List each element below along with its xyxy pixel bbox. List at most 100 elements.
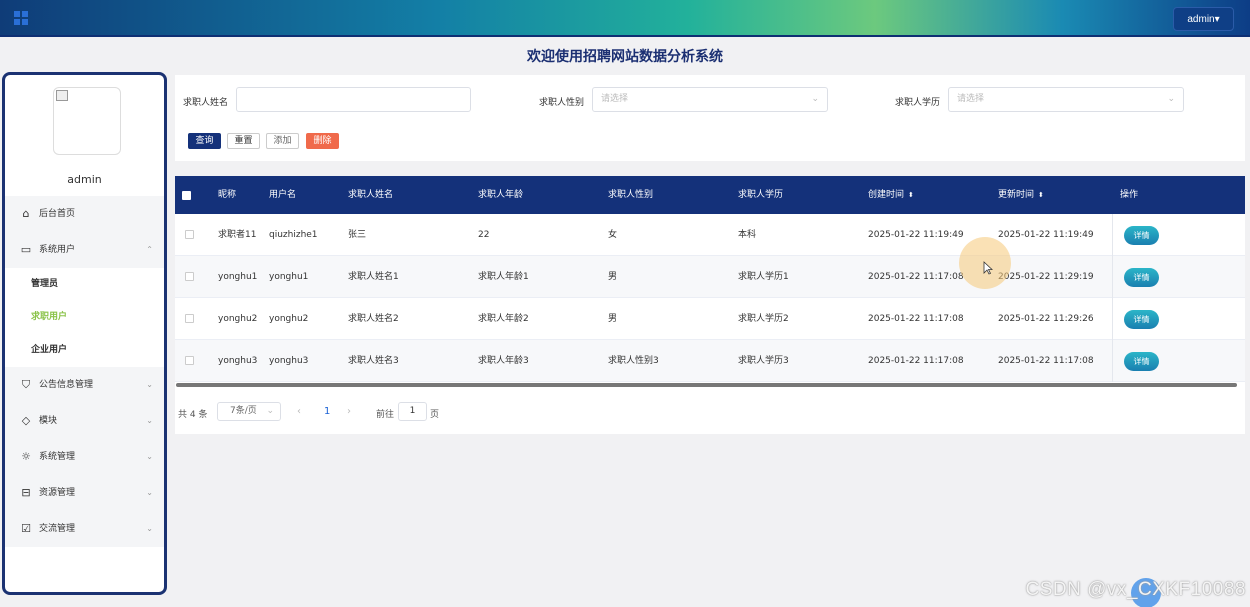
cell-gender: 女: [608, 230, 618, 240]
sun-icon: ☼: [21, 450, 31, 463]
data-table: 昵称 用户名 求职人姓名 求职人年龄 求职人性别 求职人学历 创建时间 ⬍ 更新时…: [175, 176, 1245, 434]
delete-button[interactable]: 删除: [306, 133, 339, 149]
total-count: 共 4 条: [178, 410, 208, 420]
sidebar-item-label: 资源管理: [39, 488, 76, 498]
page-number-current[interactable]: 1: [324, 406, 330, 417]
row-checkbox[interactable]: [185, 356, 194, 365]
inbox-icon: ⊟: [21, 486, 31, 499]
select-all-checkbox[interactable]: [182, 191, 191, 200]
cell-name: 求职人姓名2: [348, 314, 399, 324]
cell-created: 2025-01-22 11:17:08: [868, 314, 964, 324]
sidebar-username: admin: [67, 173, 102, 186]
chevron-down-icon: ⌄: [146, 452, 153, 461]
sidebar-item-label: 模块: [39, 416, 58, 426]
cell-nickname: yonghu2: [218, 314, 258, 324]
gender-filter-label: 求职人性别: [539, 98, 585, 108]
sidebar-item-resources[interactable]: ⊟ 资源管理 ⌄: [5, 475, 164, 511]
detail-button[interactable]: 详情: [1124, 268, 1159, 287]
column-header-updated[interactable]: 更新时间 ⬍: [998, 176, 1044, 214]
page-suffix-label: 页: [430, 410, 440, 420]
clipboard-icon: ☑: [21, 522, 31, 535]
filter-panel: 求职人姓名 求职人性别 请选择 ⌄ 求职人学历 请选择 ⌄ 查询 重置 添加 删…: [175, 75, 1245, 161]
cell-updated: 2025-01-22 11:19:49: [998, 230, 1094, 240]
cell-updated: 2025-01-22 11:29:19: [998, 272, 1094, 282]
chevron-down-icon: ⌄: [146, 416, 153, 425]
detail-button[interactable]: 详情: [1124, 352, 1159, 371]
broken-image-icon: [56, 90, 68, 101]
page-size-select[interactable]: 7条/页 ⌄: [217, 402, 281, 421]
sort-icon[interactable]: ⬍: [908, 191, 914, 199]
avatar: [53, 87, 121, 155]
table-header: 昵称 用户名 求职人姓名 求职人年龄 求职人性别 求职人学历 创建时间 ⬍ 更新时…: [175, 176, 1245, 214]
prev-page-button[interactable]: ‹: [297, 406, 301, 417]
row-checkbox[interactable]: [185, 230, 194, 239]
table-row: yonghu3 yonghu3 求职人姓名3 求职人年龄3 求职人性别3 求职人…: [175, 340, 1245, 382]
cell-name: 求职人姓名3: [348, 356, 399, 366]
name-filter-input[interactable]: [236, 87, 471, 112]
cell-age: 22: [478, 230, 490, 240]
cell-education: 本科: [738, 230, 757, 240]
name-filter-label: 求职人姓名: [183, 98, 229, 108]
sidebar-item-label: 交流管理: [39, 524, 76, 534]
admin-label: admin: [1187, 14, 1215, 25]
sidebar-item-label: 后台首页: [39, 209, 76, 219]
cell-age: 求职人年龄3: [478, 356, 529, 366]
page-size-value: 7条/页: [230, 406, 257, 416]
cell-nickname: yonghu3: [218, 356, 258, 366]
cell-name: 张三: [348, 230, 367, 240]
column-header-username: 用户名: [269, 190, 297, 200]
table-row: 求职者11 qiuzhizhe1 张三 22 女 本科 2025-01-22 1…: [175, 214, 1245, 256]
sidebar-item-label: 系统用户: [39, 245, 76, 255]
sidebar-subitem-company-users[interactable]: 企业用户: [5, 334, 164, 367]
chevron-down-icon: ⌄: [811, 94, 819, 104]
next-page-button[interactable]: ›: [347, 406, 351, 417]
education-filter-select[interactable]: 请选择 ⌄: [948, 87, 1184, 112]
row-checkbox[interactable]: [185, 272, 194, 281]
goto-page-input[interactable]: 1: [398, 402, 427, 421]
detail-button[interactable]: 详情: [1124, 226, 1159, 245]
menu-grid-icon[interactable]: [14, 11, 28, 25]
sidebar-item-label: 系统管理: [39, 452, 76, 462]
column-header-education: 求职人学历: [738, 190, 784, 200]
column-header-operations: 操作: [1120, 190, 1139, 200]
gender-filter-select[interactable]: 请选择 ⌄: [592, 87, 828, 112]
chevron-down-icon: ⌄: [266, 406, 274, 416]
sidebar-item-communication[interactable]: ☑ 交流管理 ⌄: [5, 511, 164, 547]
mouse-cursor-icon: [983, 261, 993, 275]
sidebar-item-label: 公告信息管理: [39, 380, 94, 390]
query-button[interactable]: 查询: [188, 133, 221, 149]
add-button[interactable]: 添加: [266, 133, 299, 149]
page-title: 欢迎使用招聘网站数据分析系统: [527, 49, 723, 65]
sidebar-item-announcements[interactable]: ⛉ 公告信息管理 ⌄: [5, 367, 164, 403]
column-header-name: 求职人姓名: [348, 190, 394, 200]
detail-button[interactable]: 详情: [1124, 310, 1159, 329]
cell-name: 求职人姓名1: [348, 272, 399, 282]
home-icon: ⌂: [22, 207, 30, 220]
top-navbar: admin▾: [0, 0, 1250, 37]
sidebar-subitem-jobseekers[interactable]: 求职用户: [5, 301, 164, 334]
chevron-down-icon: ▾: [1214, 14, 1220, 25]
tag-icon: ◇: [21, 414, 31, 427]
cell-education: 求职人学历1: [738, 272, 789, 282]
column-header-gender: 求职人性别: [608, 190, 654, 200]
bookmark-icon: ⛉: [21, 378, 31, 391]
reset-button[interactable]: 重置: [227, 133, 260, 149]
sidebar-item-system-users[interactable]: ▭ 系统用户 ⌃: [5, 232, 164, 268]
created-header-label: 创建时间: [868, 190, 905, 200]
monitor-icon: ▭: [20, 243, 32, 256]
cell-gender: 男: [608, 272, 618, 282]
cell-nickname: yonghu1: [218, 272, 258, 282]
row-checkbox[interactable]: [185, 314, 194, 323]
column-header-created[interactable]: 创建时间 ⬍: [868, 176, 914, 214]
sort-icon[interactable]: ⬍: [1038, 191, 1044, 199]
sidebar-item-modules[interactable]: ◇ 模块 ⌄: [5, 403, 164, 439]
column-header-age: 求职人年龄: [478, 190, 524, 200]
chevron-down-icon: ⌄: [146, 488, 153, 497]
sidebar-subitem-admin[interactable]: 管理员: [5, 268, 164, 301]
cell-nickname: 求职者11: [218, 230, 257, 240]
sidebar-item-system-management[interactable]: ☼ 系统管理 ⌄: [5, 439, 164, 475]
admin-dropdown-button[interactable]: admin▾: [1173, 7, 1234, 31]
horizontal-scrollbar[interactable]: [176, 383, 1237, 387]
chevron-down-icon: ⌄: [1167, 94, 1175, 104]
sidebar-item-home[interactable]: ⌂ 后台首页: [5, 196, 164, 232]
